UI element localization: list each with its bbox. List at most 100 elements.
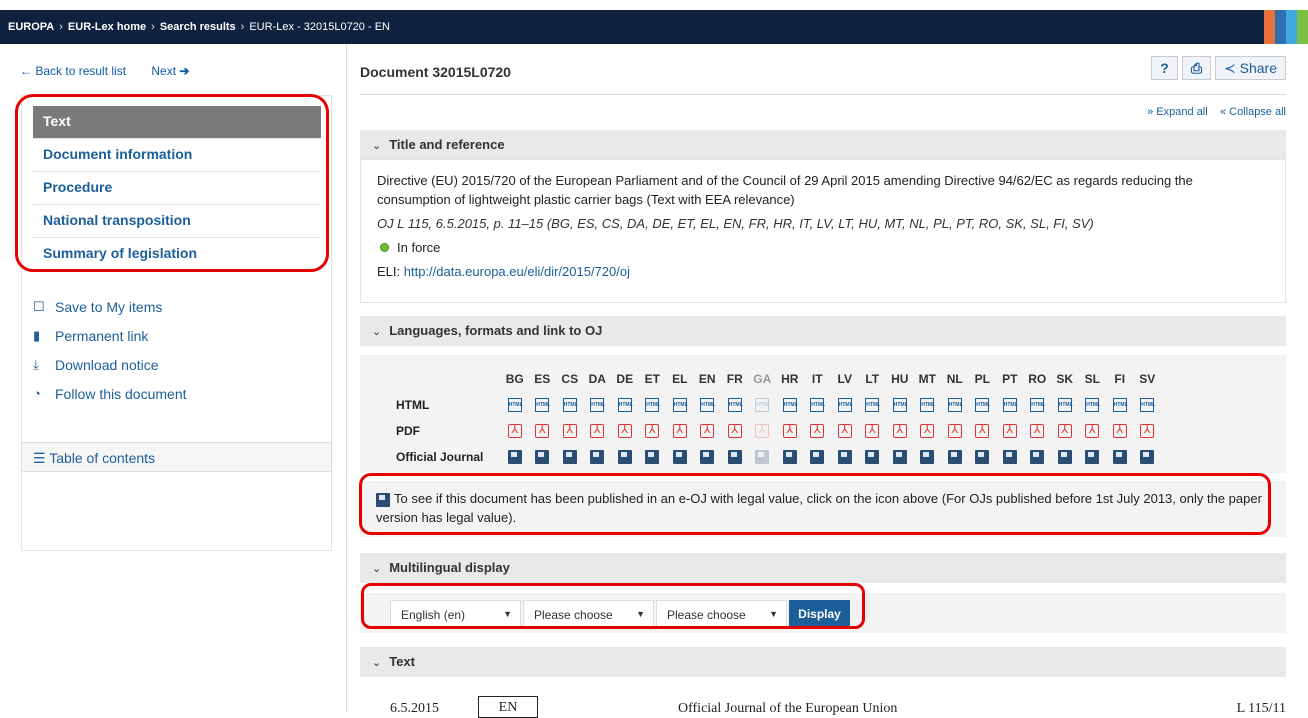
pdf-link-nl[interactable]: ⅄ — [941, 418, 969, 444]
table-of-contents-button[interactable]: ☰ Table of contents — [21, 442, 332, 472]
pdf-link-sk[interactable]: ⅄ — [1051, 418, 1079, 444]
oj-link-fi[interactable] — [1106, 444, 1134, 470]
html-link-sv[interactable]: HTML — [1134, 392, 1162, 418]
back-to-results-link[interactable]: ← Back to result list — [20, 64, 126, 78]
pdf-link-fi[interactable]: ⅄ — [1106, 418, 1134, 444]
html-link-es[interactable]: HTML — [529, 392, 557, 418]
html-link-lv[interactable]: HTML — [831, 392, 859, 418]
oj-link-cs[interactable] — [556, 444, 584, 470]
sidebar-item-summary-of-legislation[interactable]: Summary of legislation — [33, 238, 321, 271]
html-link-fi[interactable]: HTML — [1106, 392, 1134, 418]
oj-link-el[interactable] — [666, 444, 694, 470]
oj-link-lv[interactable] — [831, 444, 859, 470]
html-link-cs[interactable]: HTML — [556, 392, 584, 418]
html-link-fr[interactable]: HTML — [721, 392, 749, 418]
oj-link-nl[interactable] — [941, 444, 969, 470]
oj-link-sk[interactable] — [1051, 444, 1079, 470]
oj-link-fr[interactable] — [721, 444, 749, 470]
eli-link[interactable]: http://data.europa.eu/eli/dir/2015/720/o… — [404, 264, 630, 279]
pdf-link-de[interactable]: ⅄ — [611, 418, 639, 444]
language-select-3[interactable]: Please choose ▼ — [656, 600, 787, 628]
text-panel-header[interactable]: ⌄ Text — [360, 647, 1286, 677]
html-link-sk[interactable]: HTML — [1051, 392, 1079, 418]
oj-link-mt[interactable] — [914, 444, 942, 470]
languages-panel-header[interactable]: ⌄ Languages, formats and link to OJ — [360, 316, 1286, 346]
pdf-link-pt[interactable]: ⅄ — [996, 418, 1024, 444]
print-button[interactable]: ⎙ — [1181, 56, 1212, 80]
oj-link-pl[interactable] — [969, 444, 997, 470]
pdf-link-mt[interactable]: ⅄ — [914, 418, 942, 444]
oj-link-es[interactable] — [529, 444, 557, 470]
pdf-link-et[interactable]: ⅄ — [639, 418, 667, 444]
pdf-link-da[interactable]: ⅄ — [584, 418, 612, 444]
language-header-fi: FI — [1114, 372, 1126, 386]
sidebar-item-text[interactable]: Text — [33, 106, 321, 139]
display-button[interactable]: Display — [789, 600, 850, 628]
html-link-hu[interactable]: HTML — [886, 392, 914, 418]
html-link-pt[interactable]: HTML — [996, 392, 1024, 418]
pdf-link-el[interactable]: ⅄ — [666, 418, 694, 444]
oj-link-da[interactable] — [584, 444, 612, 470]
sidebar-item-document-information[interactable]: Document information — [33, 139, 321, 172]
html-link-it[interactable]: HTML — [804, 392, 832, 418]
expand-all-link[interactable]: » Expand all — [1147, 106, 1208, 118]
pdf-file-icon: ⅄ — [920, 424, 935, 439]
html-link-et[interactable]: HTML — [639, 392, 667, 418]
title-panel-header[interactable]: ⌄ Title and reference — [360, 130, 1286, 160]
download-notice-link[interactable]: ⤓ Download notice — [33, 350, 187, 379]
collapse-all-link[interactable]: « Collapse all — [1220, 106, 1286, 118]
oj-link-lt[interactable] — [859, 444, 887, 470]
permanent-link[interactable]: ▮ Permanent link — [33, 321, 187, 350]
language-select-1[interactable]: English (en) ▼ — [390, 600, 521, 628]
pdf-link-es[interactable]: ⅄ — [529, 418, 557, 444]
html-link-nl[interactable]: HTML — [941, 392, 969, 418]
pdf-link-lt[interactable]: ⅄ — [859, 418, 887, 444]
language-select-2[interactable]: Please choose ▼ — [523, 600, 654, 628]
oj-link-pt[interactable] — [996, 444, 1024, 470]
pdf-link-cs[interactable]: ⅄ — [556, 418, 584, 444]
help-button[interactable]: ? — [1151, 56, 1178, 80]
oj-link-et[interactable] — [639, 444, 667, 470]
breadcrumb-europa[interactable]: EUROPA — [8, 21, 54, 33]
save-to-my-items-link[interactable]: ☐ Save to My items — [33, 292, 187, 321]
oj-link-it[interactable] — [804, 444, 832, 470]
oj-link-hr[interactable] — [776, 444, 804, 470]
html-link-da[interactable]: HTML — [584, 392, 612, 418]
breadcrumb-search-results[interactable]: Search results — [160, 21, 236, 33]
html-link-el[interactable]: HTML — [666, 392, 694, 418]
follow-document-link[interactable]: ◔ Follow this document — [33, 379, 187, 408]
html-link-en[interactable]: HTML — [694, 392, 722, 418]
html-link-bg[interactable]: HTML — [501, 392, 529, 418]
pdf-link-en[interactable]: ⅄ — [694, 418, 722, 444]
pdf-link-ro[interactable]: ⅄ — [1024, 418, 1052, 444]
sidebar-item-national-transposition[interactable]: National transposition — [33, 205, 321, 238]
pdf-link-bg[interactable]: ⅄ — [501, 418, 529, 444]
pdf-link-it[interactable]: ⅄ — [804, 418, 832, 444]
sidebar-item-procedure[interactable]: Procedure — [33, 172, 321, 205]
next-link[interactable]: Next ➔ — [151, 64, 189, 78]
oj-link-de[interactable] — [611, 444, 639, 470]
oj-link-en[interactable] — [694, 444, 722, 470]
share-button[interactable]: ≺ Share — [1215, 56, 1286, 80]
pdf-link-hr[interactable]: ⅄ — [776, 418, 804, 444]
html-link-hr[interactable]: HTML — [776, 392, 804, 418]
oj-link-sv[interactable] — [1134, 444, 1162, 470]
pdf-link-pl[interactable]: ⅄ — [969, 418, 997, 444]
multilingual-panel-header[interactable]: ⌄ Multilingual display — [360, 553, 1286, 583]
pdf-link-lv[interactable]: ⅄ — [831, 418, 859, 444]
html-link-pl[interactable]: HTML — [969, 392, 997, 418]
pdf-link-sl[interactable]: ⅄ — [1079, 418, 1107, 444]
pdf-link-fr[interactable]: ⅄ — [721, 418, 749, 444]
html-link-ro[interactable]: HTML — [1024, 392, 1052, 418]
html-link-de[interactable]: HTML — [611, 392, 639, 418]
oj-link-bg[interactable] — [501, 444, 529, 470]
pdf-link-sv[interactable]: ⅄ — [1134, 418, 1162, 444]
breadcrumb-eurlex-home[interactable]: EUR-Lex home — [68, 21, 146, 33]
html-link-sl[interactable]: HTML — [1079, 392, 1107, 418]
oj-link-ro[interactable] — [1024, 444, 1052, 470]
oj-link-sl[interactable] — [1079, 444, 1107, 470]
html-link-lt[interactable]: HTML — [859, 392, 887, 418]
html-link-mt[interactable]: HTML — [914, 392, 942, 418]
oj-link-hu[interactable] — [886, 444, 914, 470]
pdf-link-hu[interactable]: ⅄ — [886, 418, 914, 444]
